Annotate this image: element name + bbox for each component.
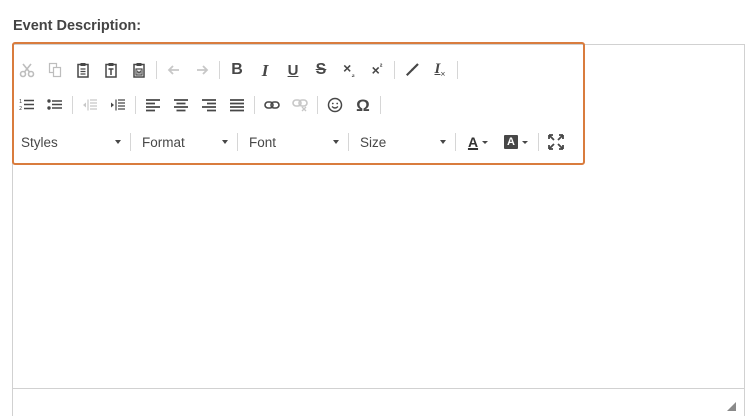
- toolbar-separator: [135, 96, 136, 114]
- size-dropdown[interactable]: Size: [352, 131, 452, 153]
- omega-icon: Ω: [356, 95, 370, 115]
- paste-word-icon: [133, 63, 145, 78]
- align-right-button[interactable]: [195, 93, 223, 117]
- strikethrough-button[interactable]: S: [307, 58, 335, 82]
- paste-button[interactable]: [69, 58, 97, 82]
- outdent-icon: [83, 99, 97, 111]
- align-center-icon: [174, 99, 188, 112]
- scissors-icon: [19, 63, 35, 78]
- toolbar-row-3: Styles Format Font Size A A: [13, 130, 570, 154]
- toolbar-separator: [457, 61, 458, 79]
- bulleted-list-button[interactable]: [41, 93, 69, 117]
- redo-button[interactable]: [188, 58, 216, 82]
- paste-from-word-button[interactable]: [125, 58, 153, 82]
- background-color-button[interactable]: A: [497, 130, 535, 154]
- toolbar-separator: [254, 96, 255, 114]
- subscript-icon: ×₂: [343, 60, 355, 79]
- numbered-list-button[interactable]: 12: [13, 93, 41, 117]
- font-dropdown-label: Font: [249, 134, 277, 150]
- event-description-label: Event Description:: [13, 18, 142, 34]
- resize-handle-icon[interactable]: [727, 402, 736, 411]
- chevron-down-icon: [482, 140, 489, 144]
- clear-format-icon: I×: [434, 60, 446, 79]
- numbered-list-icon: 12: [19, 99, 34, 112]
- bold-button[interactable]: B: [223, 58, 251, 82]
- toolbar-row-2: 12 Ω: [13, 93, 384, 117]
- chevron-down-icon: [440, 140, 446, 144]
- maximize-button[interactable]: [542, 130, 570, 154]
- subscript-button[interactable]: ×₂: [335, 58, 363, 82]
- smiley-icon: [327, 97, 343, 113]
- toolbar-separator: [317, 96, 318, 114]
- editor-content-area[interactable]: [13, 167, 744, 388]
- format-dropdown[interactable]: Format: [134, 131, 234, 153]
- decrease-indent-button[interactable]: [76, 93, 104, 117]
- copy-icon: [48, 62, 62, 78]
- toolbar-separator: [348, 133, 349, 151]
- toolbar-separator: [72, 96, 73, 114]
- underline-icon: U: [287, 61, 299, 79]
- align-right-icon: [202, 99, 216, 112]
- underline-button[interactable]: U: [279, 58, 307, 82]
- increase-indent-button[interactable]: [104, 93, 132, 117]
- copy-formatting-button[interactable]: [398, 58, 426, 82]
- bold-icon: B: [231, 61, 243, 78]
- chevron-down-icon: [522, 140, 528, 144]
- align-left-icon: [146, 99, 160, 112]
- toolbar-separator: [130, 133, 131, 151]
- chevron-down-icon: [333, 140, 339, 144]
- remove-format-button[interactable]: I×: [426, 58, 454, 82]
- toolbar-separator: [394, 61, 395, 79]
- svg-text:1: 1: [19, 99, 22, 105]
- italic-button[interactable]: I: [251, 58, 279, 82]
- link-icon: [264, 101, 280, 109]
- styles-dropdown[interactable]: Styles: [13, 131, 127, 153]
- align-left-button[interactable]: [139, 93, 167, 117]
- superscript-button[interactable]: ×²: [363, 58, 391, 82]
- paste-as-text-button[interactable]: [97, 58, 125, 82]
- strikethrough-icon: S: [315, 61, 327, 78]
- clipboard-icon: [77, 63, 89, 78]
- bulleted-list-icon: [47, 99, 62, 110]
- link-button[interactable]: [258, 93, 286, 117]
- align-center-button[interactable]: [167, 93, 195, 117]
- cut-button[interactable]: [13, 58, 41, 82]
- toolbar-separator: [156, 61, 157, 79]
- unlink-icon: [292, 99, 308, 112]
- paintbrush-icon: [406, 63, 419, 76]
- unlink-button[interactable]: [286, 93, 314, 117]
- chevron-down-icon: [222, 140, 228, 144]
- justify-button[interactable]: [223, 93, 251, 117]
- font-dropdown[interactable]: Font: [241, 131, 345, 153]
- indent-icon: [111, 99, 125, 111]
- emoji-button[interactable]: [321, 93, 349, 117]
- justify-icon: [230, 99, 244, 112]
- toolbar-separator: [538, 133, 539, 151]
- paste-text-icon: [105, 63, 117, 78]
- maximize-icon: [548, 134, 564, 150]
- undo-button[interactable]: [160, 58, 188, 82]
- text-color-icon: A: [467, 134, 479, 150]
- styles-dropdown-label: Styles: [21, 134, 58, 150]
- format-dropdown-label: Format: [142, 134, 185, 150]
- size-dropdown-label: Size: [360, 134, 387, 150]
- toolbar-separator: [380, 96, 381, 114]
- background-color-icon: A: [504, 135, 518, 149]
- chevron-down-icon: [115, 140, 121, 144]
- toolbar-row-1: B I U S ×₂ ×² I×: [13, 58, 461, 82]
- toolbar-separator: [219, 61, 220, 79]
- toolbar-separator: [237, 133, 238, 151]
- text-color-button[interactable]: A: [459, 130, 497, 154]
- svg-text:2: 2: [19, 106, 22, 112]
- toolbar-separator: [455, 133, 456, 151]
- editor-statusbar: [13, 388, 744, 417]
- redo-icon: [197, 65, 209, 75]
- superscript-icon: ×²: [371, 62, 383, 78]
- italic-icon: I: [261, 60, 269, 80]
- undo-icon: [167, 65, 179, 75]
- copy-button[interactable]: [41, 58, 69, 82]
- special-character-button[interactable]: Ω: [349, 93, 377, 117]
